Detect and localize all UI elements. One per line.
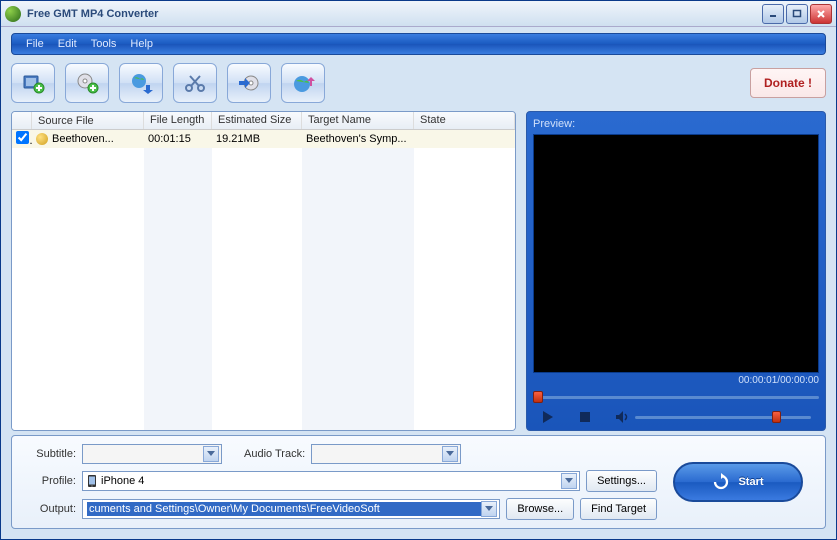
column-source[interactable]: Source File (32, 112, 144, 129)
output-combo[interactable]: cuments and Settings\Owner\My Documents\… (82, 499, 500, 519)
close-button[interactable] (810, 4, 832, 24)
minimize-button[interactable] (762, 4, 784, 24)
preview-screen[interactable] (533, 134, 819, 373)
profile-value: iPhone 4 (101, 475, 561, 487)
file-list-header: Source File File Length Estimated Size T… (12, 112, 515, 130)
preview-label: Preview: (533, 118, 819, 130)
profile-label: Profile: (24, 475, 76, 487)
menubar: File Edit Tools Help (11, 33, 826, 55)
file-list-body[interactable]: Beethoven... 00:01:15 19.21MB Beethoven'… (12, 130, 515, 430)
download-button[interactable] (119, 63, 163, 103)
burn-button[interactable] (227, 63, 271, 103)
browse-button[interactable]: Browse... (506, 498, 574, 520)
row-size: 19.21MB (212, 133, 302, 145)
preview-time: 00:00:01/00:00:00 (533, 373, 819, 388)
titlebar: Free GMT MP4 Converter (1, 1, 836, 27)
table-row[interactable]: Beethoven... 00:01:15 19.21MB Beethoven'… (12, 130, 515, 148)
audio-combo[interactable] (311, 444, 461, 464)
row-source: Beethoven... (52, 133, 114, 145)
column-size[interactable]: Estimated Size (212, 112, 302, 129)
seek-slider[interactable] (533, 390, 819, 404)
app-icon (5, 6, 21, 22)
menu-edit[interactable]: Edit (52, 36, 83, 52)
output-value: cuments and Settings\Owner\My Documents\… (87, 502, 481, 516)
row-target: Beethoven's Symp... (302, 133, 414, 145)
disc-icon (36, 133, 48, 145)
app-title: Free GMT MP4 Converter (27, 8, 762, 20)
chevron-down-icon[interactable] (481, 501, 497, 517)
column-length[interactable]: File Length (144, 112, 212, 129)
row-length: 00:01:15 (144, 133, 212, 145)
column-target[interactable]: Target Name (302, 112, 414, 129)
settings-panel: Subtitle: Audio Track: Profile: (11, 435, 826, 529)
add-dvd-button[interactable] (65, 63, 109, 103)
add-video-button[interactable] (11, 63, 55, 103)
volume-slider[interactable] (635, 411, 811, 423)
chevron-down-icon[interactable] (442, 446, 458, 462)
donate-button[interactable]: Donate ! (750, 68, 826, 98)
menu-file[interactable]: File (20, 36, 50, 52)
chevron-down-icon[interactable] (561, 473, 577, 489)
chevron-down-icon[interactable] (203, 446, 219, 462)
preview-panel: Preview: 00:00:01/00:00:00 (526, 111, 826, 431)
start-button[interactable]: Start (673, 462, 803, 502)
row-checkbox[interactable] (16, 131, 29, 144)
phone-icon (87, 474, 97, 488)
toolbar: Donate ! (11, 59, 826, 107)
settings-button[interactable]: Settings... (586, 470, 657, 492)
volume-icon[interactable] (615, 410, 629, 424)
find-target-button[interactable]: Find Target (580, 498, 657, 520)
menu-help[interactable]: Help (124, 36, 159, 52)
trim-button[interactable] (173, 63, 217, 103)
stop-button[interactable] (579, 411, 591, 423)
column-state[interactable]: State (414, 112, 515, 129)
reload-icon (712, 473, 730, 491)
profile-combo[interactable]: iPhone 4 (82, 471, 580, 491)
menu-tools[interactable]: Tools (85, 36, 123, 52)
file-list-panel: Source File File Length Estimated Size T… (11, 111, 516, 431)
subtitle-label: Subtitle: (24, 448, 76, 460)
play-button[interactable] (541, 410, 555, 424)
app-window: Free GMT MP4 Converter File Edit Tools H… (0, 0, 837, 540)
subtitle-combo[interactable] (82, 444, 222, 464)
output-label: Output: (24, 503, 76, 515)
audio-label: Audio Track: (244, 448, 305, 460)
maximize-button[interactable] (786, 4, 808, 24)
upload-button[interactable] (281, 63, 325, 103)
